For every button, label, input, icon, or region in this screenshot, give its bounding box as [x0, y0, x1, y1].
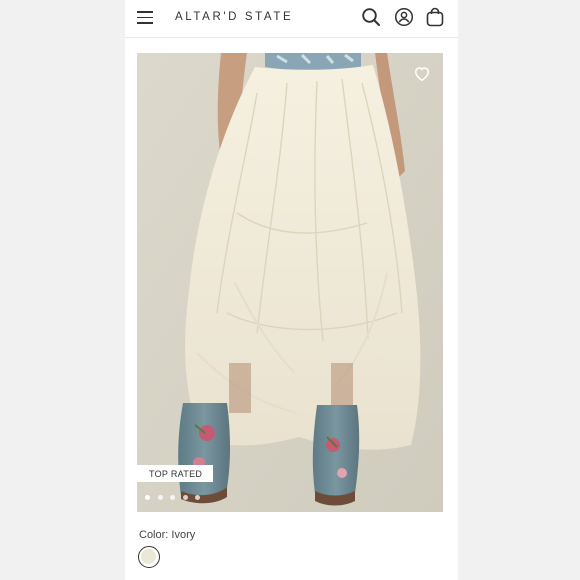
product-page: ALTAR'D STATE TOP RATED Color: Ivory — [125, 0, 458, 580]
swatch-ivory-fill — [141, 549, 156, 564]
product-image[interactable]: TOP RATED — [137, 53, 443, 512]
heart-icon[interactable] — [413, 65, 431, 83]
hamburger-menu-icon[interactable] — [137, 11, 153, 24]
carousel-dot-4[interactable] — [182, 495, 188, 500]
shopping-bag-icon[interactable] — [425, 7, 445, 27]
product-photo-illustration — [137, 53, 443, 512]
carousel-dot-3[interactable] — [170, 495, 175, 500]
color-label: Color: Ivory — [139, 529, 196, 541]
site-header: ALTAR'D STATE — [125, 0, 458, 38]
carousel-dot-1[interactable] — [145, 495, 150, 500]
top-rated-badge: TOP RATED — [137, 465, 214, 482]
brand-logo[interactable]: ALTAR'D STATE — [175, 11, 293, 23]
account-icon[interactable] — [394, 7, 414, 27]
carousel-dot-5[interactable] — [195, 495, 200, 500]
swatch-ivory[interactable] — [138, 546, 160, 568]
search-icon[interactable] — [361, 7, 381, 27]
carousel-dot-2[interactable] — [157, 495, 163, 500]
